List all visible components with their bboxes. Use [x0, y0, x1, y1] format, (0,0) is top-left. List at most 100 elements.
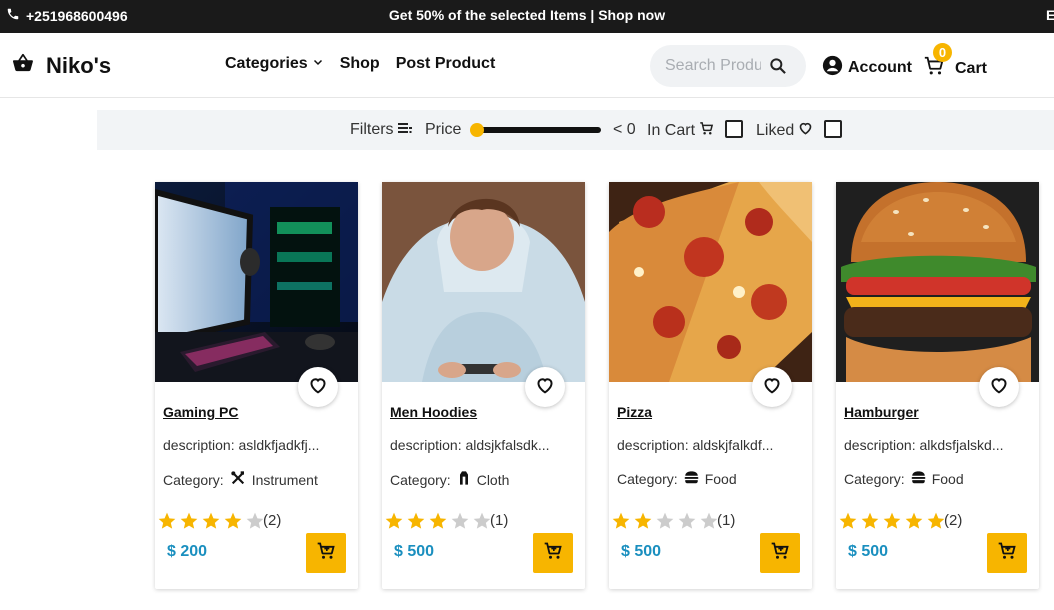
star-filled-icon — [202, 512, 220, 529]
category-prefix: Category: — [844, 470, 905, 487]
heart-icon — [308, 376, 328, 399]
category-name: Food — [931, 470, 964, 487]
price-value: < 0 — [613, 121, 636, 138]
search-box — [650, 45, 806, 87]
product-description: description: aldsjkfalsdk... — [390, 437, 550, 453]
rating-stars — [837, 511, 947, 531]
product-price: $ 500 — [394, 543, 435, 560]
burger-icon — [911, 470, 926, 487]
account-label: Account — [848, 59, 912, 76]
star-filled-icon — [612, 512, 630, 529]
brand-name: Niko's — [46, 53, 112, 78]
product-price: $ 200 — [167, 543, 208, 560]
burger-icon — [684, 470, 699, 487]
product-category: Category: Instrument — [163, 470, 318, 489]
add-cart-icon — [770, 541, 790, 566]
product-card[interactable]: Pizza description: aldskjfalkdf... Categ… — [609, 182, 812, 589]
price-slider-thumb[interactable] — [470, 123, 484, 137]
cart-label: Cart — [955, 59, 988, 77]
product-title[interactable]: Men Hoodies — [390, 404, 477, 420]
review-count: (1) — [490, 512, 509, 529]
rating-stars — [383, 511, 493, 531]
rating-stars — [156, 511, 266, 531]
nav-shop[interactable]: Shop — [340, 55, 380, 73]
product-title[interactable]: Gaming PC — [163, 404, 238, 420]
like-button[interactable] — [525, 367, 565, 407]
price-slider[interactable] — [470, 123, 601, 137]
category-name: Cloth — [476, 471, 510, 488]
star-empty-icon — [656, 512, 674, 529]
review-count: (1) — [717, 512, 736, 529]
brand[interactable]: Niko's — [12, 53, 111, 79]
product-card[interactable]: Gaming PC description: asldkfjadkfj... C… — [155, 182, 358, 589]
product-card[interactable]: Men Hoodies description: aldsjkfalsdk...… — [382, 182, 585, 589]
account-icon — [822, 55, 843, 81]
heart-icon — [798, 121, 813, 140]
liked-label: Liked — [756, 121, 795, 139]
product-category: Category: Food — [844, 470, 964, 487]
like-button[interactable] — [298, 367, 338, 407]
star-filled-icon — [385, 512, 403, 529]
star-filled-icon — [883, 512, 901, 529]
basket-icon — [12, 53, 34, 79]
star-empty-icon — [678, 512, 696, 529]
star-filled-icon — [634, 512, 652, 529]
filters-toggle[interactable]: Filters — [350, 121, 412, 139]
product-description: description: asldkfjadkfj... — [163, 437, 320, 453]
promo-edge-text: E — [1046, 7, 1054, 23]
price-label: Price — [425, 121, 462, 138]
star-empty-icon — [451, 512, 469, 529]
category-name: Food — [704, 470, 737, 487]
search-icon[interactable] — [768, 56, 788, 81]
nav-categories-label: Categories — [225, 55, 308, 72]
star-filled-icon — [180, 512, 198, 529]
search-input[interactable] — [665, 57, 761, 75]
product-price: $ 500 — [848, 543, 889, 560]
add-cart-icon — [997, 541, 1017, 566]
add-to-cart-button[interactable] — [987, 533, 1027, 573]
promo-text[interactable]: Get 50% of the selected Items | Shop now — [0, 7, 1054, 23]
nav-post-product[interactable]: Post Product — [396, 55, 496, 73]
add-to-cart-button[interactable] — [760, 533, 800, 573]
add-cart-icon — [316, 541, 336, 566]
nav-categories[interactable]: Categories — [225, 55, 324, 73]
star-filled-icon — [861, 512, 879, 529]
category-name: Instrument — [251, 471, 318, 488]
filter-bar: Filters Price < 0 In Cart Liked — [97, 110, 1054, 150]
product-price: $ 500 — [621, 543, 662, 560]
cart-link[interactable]: 0 Cart — [923, 43, 988, 82]
product-image-pizza[interactable] — [609, 182, 812, 382]
rating-stars — [610, 511, 720, 531]
in-cart-filter: In Cart — [647, 121, 714, 141]
product-category: Category: Food — [617, 470, 737, 487]
in-cart-checkbox[interactable] — [725, 120, 743, 138]
promo-bar: +251968600496 Get 50% of the selected It… — [0, 0, 1054, 33]
star-filled-icon — [905, 512, 923, 529]
add-to-cart-button[interactable] — [306, 533, 346, 573]
filter-list-icon — [397, 121, 412, 139]
like-button[interactable] — [979, 367, 1019, 407]
product-title[interactable]: Hamburger — [844, 404, 919, 420]
add-to-cart-button[interactable] — [533, 533, 573, 573]
product-image-hamburger[interactable] — [836, 182, 1039, 382]
price-slider-track — [477, 127, 601, 133]
review-count: (2) — [263, 512, 282, 529]
product-title[interactable]: Pizza — [617, 404, 652, 420]
like-button[interactable] — [752, 367, 792, 407]
star-filled-icon — [429, 512, 447, 529]
review-count: (2) — [944, 512, 963, 529]
chevron-down-icon — [312, 55, 324, 73]
product-card[interactable]: Hamburger description: alkdsfjalskd... C… — [836, 182, 1039, 589]
category-prefix: Category: — [390, 471, 451, 488]
liked-checkbox[interactable] — [824, 120, 842, 138]
heart-icon — [989, 376, 1009, 399]
add-cart-icon — [543, 541, 563, 566]
product-image-gaming-pc[interactable] — [155, 182, 358, 382]
product-image-men-hoodies[interactable] — [382, 182, 585, 382]
star-filled-icon — [407, 512, 425, 529]
nav-links: Categories Shop Post Product — [225, 55, 495, 73]
cart-icon — [699, 121, 714, 141]
account-link[interactable]: Account — [822, 55, 912, 81]
in-cart-label: In Cart — [647, 122, 696, 139]
category-prefix: Category: — [617, 470, 678, 487]
